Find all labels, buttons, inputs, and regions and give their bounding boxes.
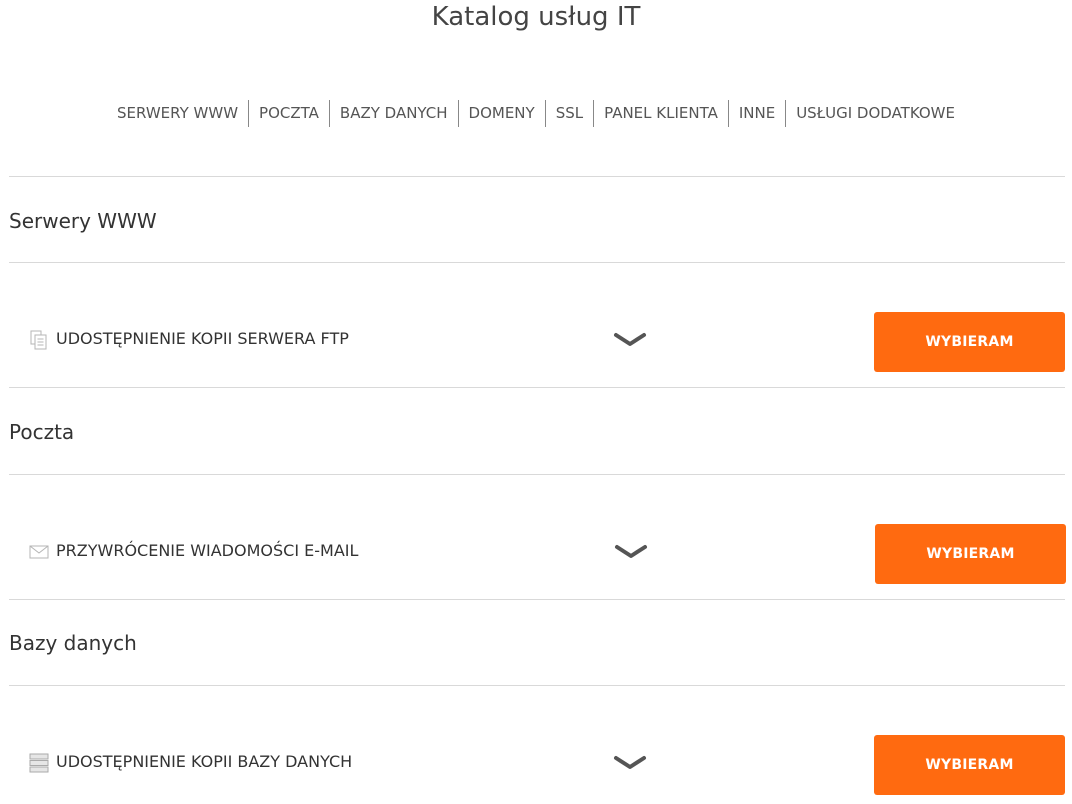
- chevron-down-icon[interactable]: [613, 330, 647, 350]
- service-row-ftp-copy: UDOSTĘPNIENIE KOPII SERWERA FTP WYBIERAM: [9, 312, 1066, 372]
- divider: [9, 685, 1065, 686]
- nav-item-domeny[interactable]: DOMENY: [459, 100, 546, 127]
- category-nav: SERWERY WWW POCZTA BAZY DANYCH DOMENY SS…: [0, 100, 1072, 127]
- page-title: Katalog usług IT: [431, 2, 641, 32]
- service-label: UDOSTĘPNIENIE KOPII SERWERA FTP: [56, 329, 349, 348]
- service-label: PRZYWRÓCENIE WIADOMOŚCI E-MAIL: [56, 541, 359, 560]
- nav-item-serwery-www[interactable]: SERWERY WWW: [107, 100, 250, 127]
- chevron-down-icon[interactable]: [613, 753, 647, 773]
- choose-button[interactable]: WYBIERAM: [874, 735, 1065, 795]
- divider: [9, 262, 1065, 263]
- service-row-database-copy: UDOSTĘPNIENIE KOPII BAZY DANYCH WYBIERAM: [9, 735, 1066, 795]
- divider: [9, 176, 1065, 177]
- database-stack-icon: [29, 753, 49, 773]
- envelope-icon: [29, 545, 49, 559]
- chevron-down-icon[interactable]: [614, 542, 648, 562]
- divider: [9, 474, 1065, 475]
- divider: [9, 599, 1065, 600]
- section-title-bazy-danych: Bazy danych: [9, 631, 137, 655]
- nav-item-inne[interactable]: INNE: [729, 100, 787, 127]
- section-title-poczta: Poczta: [9, 420, 75, 444]
- copy-files-icon: [30, 330, 47, 350]
- nav-item-panel-klienta[interactable]: PANEL KLIENTA: [594, 100, 729, 127]
- divider: [9, 387, 1065, 388]
- nav-item-poczta[interactable]: POCZTA: [249, 100, 330, 127]
- choose-button[interactable]: WYBIERAM: [875, 524, 1066, 584]
- service-label: UDOSTĘPNIENIE KOPII BAZY DANYCH: [56, 752, 353, 771]
- choose-button[interactable]: WYBIERAM: [874, 312, 1065, 372]
- nav-item-uslugi-dodatkowe[interactable]: USŁUGI DODATKOWE: [786, 100, 965, 127]
- nav-item-ssl[interactable]: SSL: [546, 100, 595, 127]
- nav-item-bazy-danych[interactable]: BAZY DANYCH: [330, 100, 459, 127]
- section-title-serwery-www: Serwery WWW: [9, 209, 157, 233]
- service-catalog-page: Katalog usług IT SERWERY WWW POCZTA BAZY…: [0, 0, 1072, 804]
- service-row-email-restore: PRZYWRÓCENIE WIADOMOŚCI E-MAIL WYBIERAM: [9, 524, 1066, 584]
